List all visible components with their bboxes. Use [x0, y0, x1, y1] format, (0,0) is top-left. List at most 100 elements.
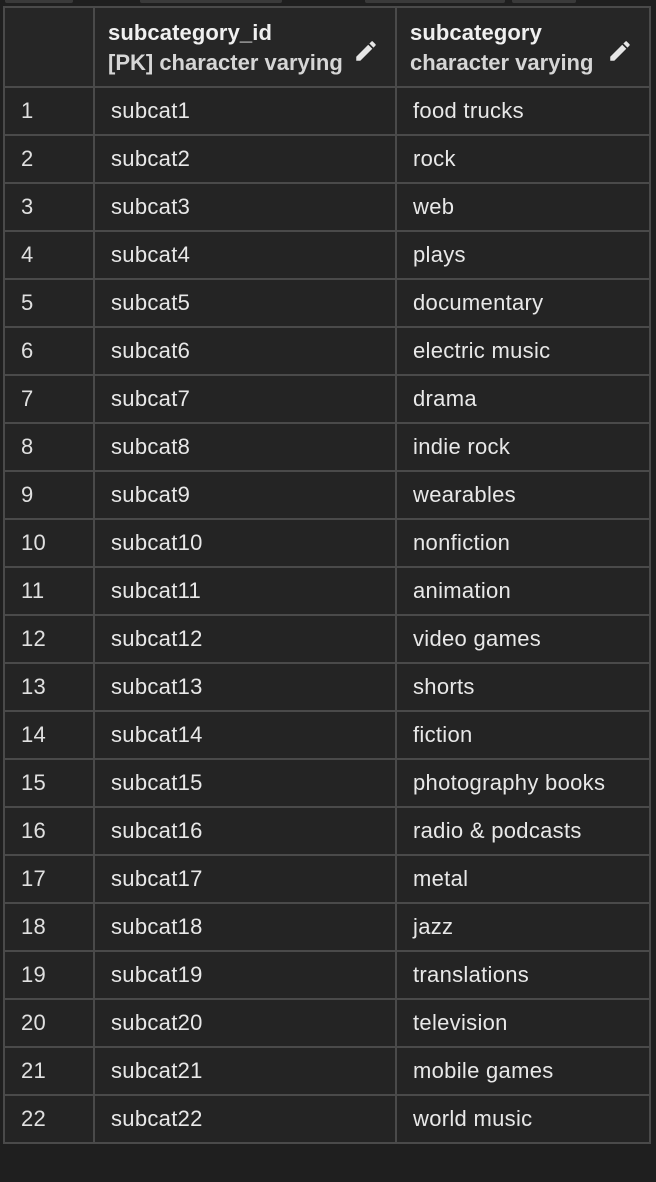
- row-number-cell[interactable]: 17: [3, 854, 95, 904]
- subcategory-cell[interactable]: radio & podcasts: [395, 806, 651, 856]
- row-number-cell[interactable]: 14: [3, 710, 95, 760]
- row-number-cell[interactable]: 4: [3, 230, 95, 280]
- row-number-cell[interactable]: 13: [3, 662, 95, 712]
- subcategory-cell[interactable]: photography books: [395, 758, 651, 808]
- subcategory-cell[interactable]: metal: [395, 854, 651, 904]
- table-row[interactable]: 11 subcat11 animation: [3, 566, 651, 616]
- subcategory-id-cell[interactable]: subcat17: [93, 854, 397, 904]
- subcategory-cell[interactable]: indie rock: [395, 422, 651, 472]
- header-row: subcategory_id [PK] character varying su…: [3, 6, 651, 88]
- toolbar-tab[interactable]: [365, 0, 505, 3]
- row-number-cell[interactable]: 7: [3, 374, 95, 424]
- subcategory-id-cell[interactable]: subcat5: [93, 278, 397, 328]
- row-number-cell[interactable]: 1: [3, 86, 95, 136]
- row-number-cell[interactable]: 12: [3, 614, 95, 664]
- subcategory-cell[interactable]: animation: [395, 566, 651, 616]
- table-row[interactable]: 20 subcat20 television: [3, 998, 651, 1048]
- toolbar-tab[interactable]: [5, 0, 73, 3]
- table-row[interactable]: 4 subcat4 plays: [3, 230, 651, 280]
- row-number-cell[interactable]: 2: [3, 134, 95, 184]
- column-type: [PK] character varying: [108, 50, 343, 75]
- subcategory-cell[interactable]: translations: [395, 950, 651, 1000]
- table-row[interactable]: 8 subcat8 indie rock: [3, 422, 651, 472]
- subcategory-id-cell[interactable]: subcat8: [93, 422, 397, 472]
- subcategory-cell[interactable]: television: [395, 998, 651, 1048]
- subcategory-cell[interactable]: web: [395, 182, 651, 232]
- table-row[interactable]: 15 subcat15 photography books: [3, 758, 651, 808]
- subcategory-cell[interactable]: jazz: [395, 902, 651, 952]
- table-row[interactable]: 3 subcat3 web: [3, 182, 651, 232]
- subcategory-id-cell[interactable]: subcat14: [93, 710, 397, 760]
- row-number-cell[interactable]: 9: [3, 470, 95, 520]
- subcategory-cell[interactable]: video games: [395, 614, 651, 664]
- subcategory-cell[interactable]: nonfiction: [395, 518, 651, 568]
- subcategory-id-cell[interactable]: subcat11: [93, 566, 397, 616]
- table-row[interactable]: 1 subcat1 food trucks: [3, 86, 651, 136]
- table-row[interactable]: 12 subcat12 video games: [3, 614, 651, 664]
- table-row[interactable]: 6 subcat6 electric music: [3, 326, 651, 376]
- subcategory-id-cell[interactable]: subcat15: [93, 758, 397, 808]
- subcategory-cell[interactable]: rock: [395, 134, 651, 184]
- row-number-cell[interactable]: 18: [3, 902, 95, 952]
- subcategory-id-cell[interactable]: subcat16: [93, 806, 397, 856]
- subcategory-id-cell[interactable]: subcat21: [93, 1046, 397, 1096]
- row-number-cell[interactable]: 22: [3, 1094, 95, 1144]
- subcategory-id-cell[interactable]: subcat1: [93, 86, 397, 136]
- subcategory-cell[interactable]: wearables: [395, 470, 651, 520]
- row-number-cell[interactable]: 16: [3, 806, 95, 856]
- subcategory-id-cell[interactable]: subcat18: [93, 902, 397, 952]
- subcategory-cell[interactable]: plays: [395, 230, 651, 280]
- subcategory-id-cell[interactable]: subcat12: [93, 614, 397, 664]
- table-row[interactable]: 16 subcat16 radio & podcasts: [3, 806, 651, 856]
- subcategory-id-cell[interactable]: subcat3: [93, 182, 397, 232]
- column-header-subcategory[interactable]: subcategory character varying: [395, 6, 651, 88]
- table-row[interactable]: 10 subcat10 nonfiction: [3, 518, 651, 568]
- table-row[interactable]: 19 subcat19 translations: [3, 950, 651, 1000]
- query-result-grid: subcategory_id [PK] character varying su…: [3, 6, 651, 1144]
- table-row[interactable]: 14 subcat14 fiction: [3, 710, 651, 760]
- row-number-cell[interactable]: 5: [3, 278, 95, 328]
- pencil-icon[interactable]: [353, 38, 379, 64]
- subcategory-id-cell[interactable]: subcat9: [93, 470, 397, 520]
- subcategory-id-cell[interactable]: subcat4: [93, 230, 397, 280]
- table-row[interactable]: 13 subcat13 shorts: [3, 662, 651, 712]
- table-row[interactable]: 2 subcat2 rock: [3, 134, 651, 184]
- row-number-cell[interactable]: 6: [3, 326, 95, 376]
- row-number-cell[interactable]: 20: [3, 998, 95, 1048]
- toolbar-tab[interactable]: [512, 0, 576, 3]
- row-number-cell[interactable]: 21: [3, 1046, 95, 1096]
- row-number-cell[interactable]: 19: [3, 950, 95, 1000]
- subcategory-cell[interactable]: fiction: [395, 710, 651, 760]
- subcategory-cell[interactable]: world music: [395, 1094, 651, 1144]
- table-row[interactable]: 22 subcat22 world music: [3, 1094, 651, 1144]
- table-row[interactable]: 7 subcat7 drama: [3, 374, 651, 424]
- table-row[interactable]: 21 subcat21 mobile games: [3, 1046, 651, 1096]
- subcategory-cell[interactable]: drama: [395, 374, 651, 424]
- subcategory-cell[interactable]: mobile games: [395, 1046, 651, 1096]
- table-row[interactable]: 5 subcat5 documentary: [3, 278, 651, 328]
- subcategory-id-cell[interactable]: subcat22: [93, 1094, 397, 1144]
- subcategory-id-cell[interactable]: subcat7: [93, 374, 397, 424]
- subcategory-cell[interactable]: documentary: [395, 278, 651, 328]
- subcategory-cell[interactable]: food trucks: [395, 86, 651, 136]
- row-number-cell[interactable]: 8: [3, 422, 95, 472]
- toolbar-tab[interactable]: [140, 0, 282, 3]
- table-row[interactable]: 9 subcat9 wearables: [3, 470, 651, 520]
- subcategory-id-cell[interactable]: subcat10: [93, 518, 397, 568]
- pencil-icon[interactable]: [607, 38, 633, 64]
- subcategory-id-cell[interactable]: subcat19: [93, 950, 397, 1000]
- subcategory-id-cell[interactable]: subcat6: [93, 326, 397, 376]
- row-number-cell[interactable]: 11: [3, 566, 95, 616]
- row-number-cell[interactable]: 10: [3, 518, 95, 568]
- row-number-header[interactable]: [3, 6, 95, 88]
- row-number-cell[interactable]: 15: [3, 758, 95, 808]
- table-row[interactable]: 18 subcat18 jazz: [3, 902, 651, 952]
- subcategory-id-cell[interactable]: subcat13: [93, 662, 397, 712]
- row-number-cell[interactable]: 3: [3, 182, 95, 232]
- subcategory-id-cell[interactable]: subcat2: [93, 134, 397, 184]
- table-row[interactable]: 17 subcat17 metal: [3, 854, 651, 904]
- subcategory-cell[interactable]: electric music: [395, 326, 651, 376]
- subcategory-id-cell[interactable]: subcat20: [93, 998, 397, 1048]
- column-header-subcategory-id[interactable]: subcategory_id [PK] character varying: [93, 6, 397, 88]
- subcategory-cell[interactable]: shorts: [395, 662, 651, 712]
